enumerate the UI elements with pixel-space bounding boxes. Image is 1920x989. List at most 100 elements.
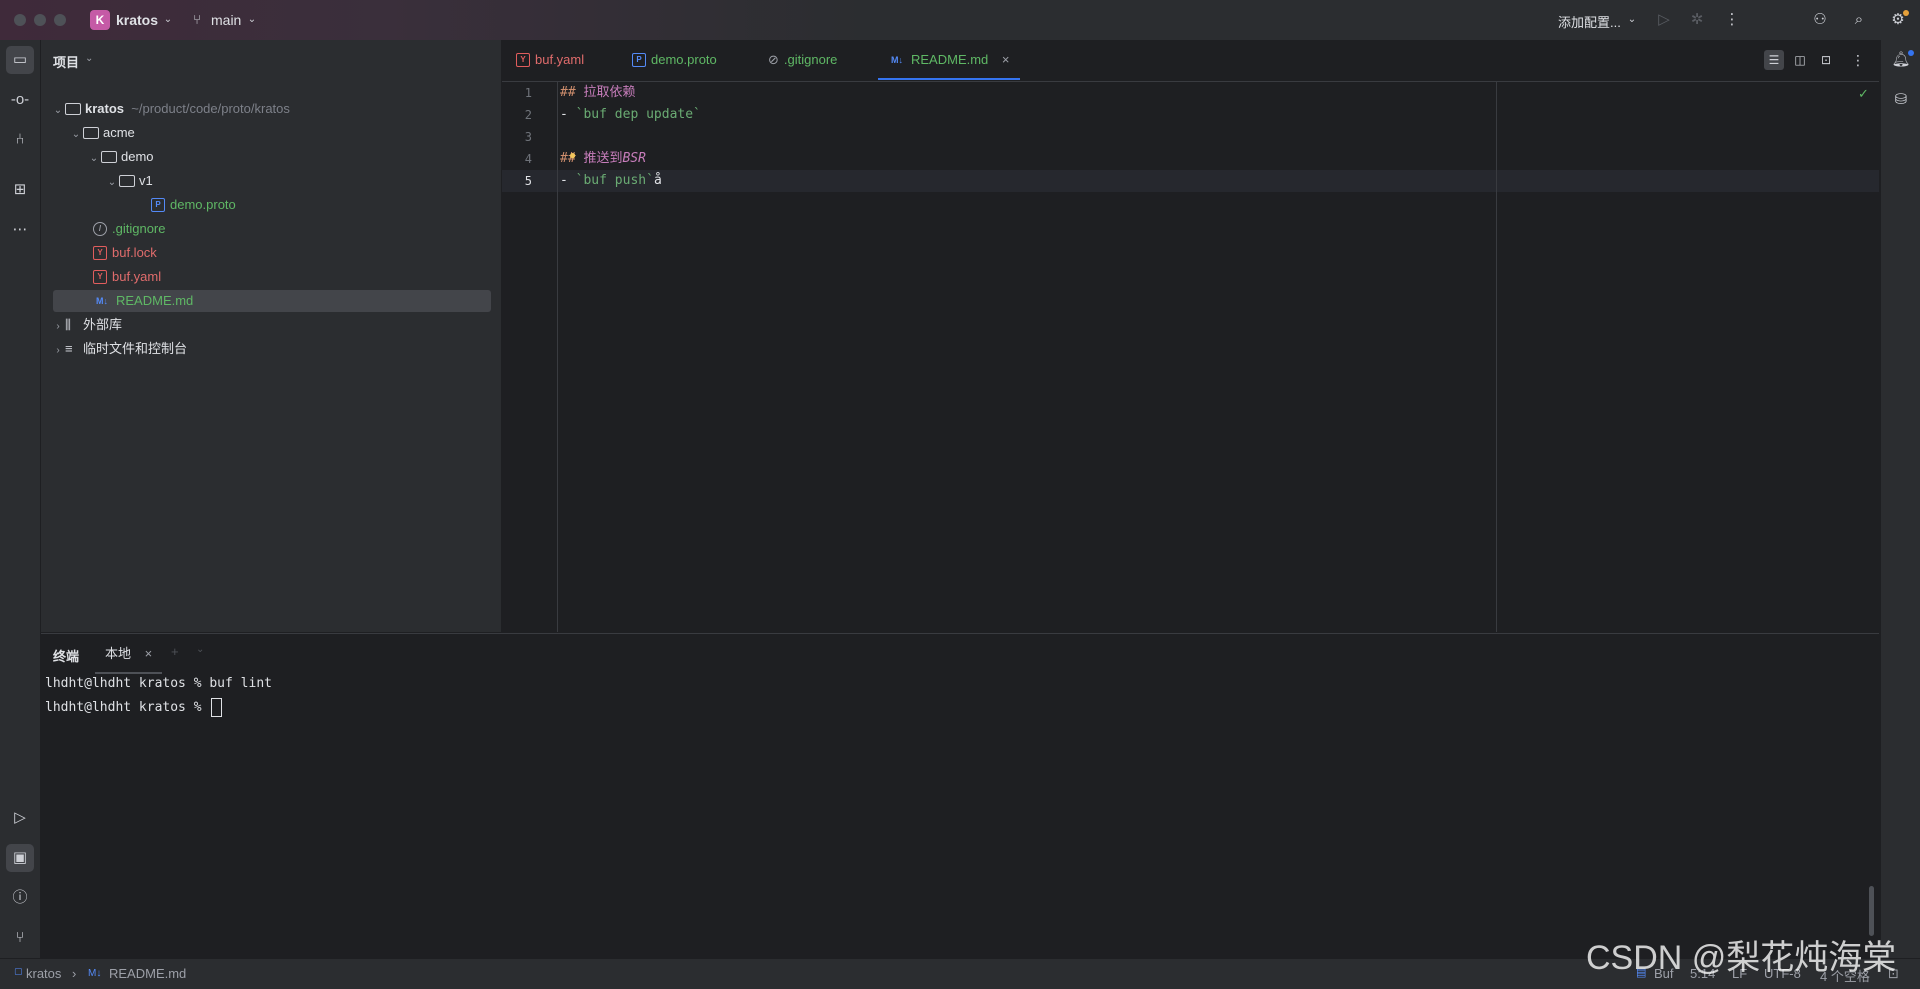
code-line-5: - `buf push`å [560, 170, 662, 192]
chevron-down-icon: ⌄ [53, 105, 63, 116]
project-tool-folder-icon[interactable]: ▭ [6, 46, 34, 74]
list-marker: - [560, 107, 576, 122]
chevron-down-icon[interactable]: ⌄ [196, 644, 204, 655]
list-marker: - [560, 173, 576, 188]
tab-demo-proto[interactable]: Pdemo.proto [632, 40, 717, 80]
heading-italic-text: BSR [622, 151, 646, 166]
tree-item-buf-yaml[interactable]: Ybuf.yaml [93, 266, 161, 288]
line-number: 5 [524, 174, 532, 188]
structure-icon[interactable]: ⊞ [6, 176, 34, 204]
new-tab-plus-icon[interactable]: + [171, 644, 179, 659]
tab-options-icon[interactable]: ⋮ [1848, 50, 1868, 70]
chevron-down-icon: ⌄ [71, 129, 81, 140]
tab-readme-md[interactable]: M↓ README.md × [878, 40, 1020, 80]
line-number-gutter: 1 2 3 4 5 [502, 82, 558, 632]
pull-requests-icon[interactable]: ⑃ [6, 126, 34, 154]
tab-label: .gitignore [783, 52, 838, 67]
code-editor[interactable]: 1 2 3 4 5 ## 拉取依赖 - `buf dep update` ## … [502, 82, 1879, 632]
terminal-scrollbar[interactable] [1869, 886, 1874, 936]
heading-text: 推送到 [575, 151, 623, 166]
split-view-icon[interactable]: ◫ [1790, 50, 1810, 70]
debug-icon[interactable]: ✲ [1687, 10, 1707, 30]
chevron-right-icon: › [56, 345, 60, 356]
ignore-file-icon: ⊘ [768, 52, 779, 67]
project-name-dropdown[interactable]: kratos [116, 12, 158, 28]
search-icon[interactable]: ⌕ [1849, 10, 1869, 30]
code-line-1: ## 拉取依赖 [560, 82, 635, 104]
preview-only-icon[interactable]: ⊡ [1816, 50, 1836, 70]
no-problems-check-icon[interactable]: ✓ [1858, 86, 1869, 102]
run-config-dropdown[interactable]: 添加配置... [1558, 12, 1621, 31]
tree-item-readme[interactable]: M↓ README.md [53, 290, 491, 312]
tree-item-label: README.md [116, 293, 194, 308]
tree-item-demo[interactable]: ⌄ demo [87, 146, 154, 168]
terminal-tab-local[interactable]: 本地 × [95, 634, 163, 674]
zoom-window-button[interactable] [54, 14, 66, 26]
problems-icon[interactable]: ⓘ [6, 884, 34, 912]
tree-item-v1[interactable]: ⌄ v1 [105, 170, 153, 192]
chevron-right-icon: › [72, 966, 77, 981]
library-icon: ⫼ [65, 317, 71, 332]
branch-dropdown[interactable]: main [211, 12, 241, 28]
tree-item-label: buf.yaml [112, 269, 162, 284]
tree-item-acme[interactable]: ⌄ acme [69, 122, 135, 144]
project-pane-title[interactable]: 项目 [53, 52, 79, 71]
git-icon[interactable]: ⑂ [6, 924, 34, 952]
close-tab-icon[interactable]: × [1002, 52, 1010, 67]
tree-item-external-libraries[interactable]: › ⫼ 外部库 [51, 314, 122, 336]
services-run-icon[interactable]: ▷ [6, 804, 34, 832]
tree-item-gitignore[interactable]: / .gitignore [93, 218, 165, 240]
terminal-prompt: lhdht@lhdht kratos % [45, 700, 210, 715]
chevron-down-icon: ⌄ [163, 14, 173, 25]
minimize-window-button[interactable] [34, 14, 46, 26]
more-tools-icon[interactable]: ⋯ [6, 216, 34, 244]
notification-dot [1908, 50, 1914, 56]
folder-icon [101, 150, 117, 163]
tree-item-label: 临时文件和控制台 [83, 341, 188, 356]
current-line-highlight [502, 170, 1879, 192]
markdown-file-icon: M↓ [891, 54, 903, 65]
tree-item-label: buf.lock [112, 245, 157, 260]
typed-char: å [653, 173, 662, 188]
tree-item-label: v1 [139, 173, 153, 188]
tab-label: demo.proto [651, 52, 717, 67]
right-tool-strip: 🔔︎ ⛁ [1880, 40, 1920, 958]
breadcrumb-file[interactable]: README.md [109, 966, 186, 981]
terminal-output[interactable]: lhdht@lhdht kratos % buf lint lhdht@lhdh… [41, 674, 1879, 958]
tree-item-label: demo [121, 149, 154, 164]
editor-only-view-icon[interactable]: ☰ [1764, 50, 1784, 70]
editor-tab-bar: Ybuf.yaml Pdemo.proto ⊘ .gitignore M↓ READ… [502, 40, 1879, 82]
commit-tool-icon[interactable]: -o- [6, 86, 34, 114]
more-actions-icon[interactable]: ⋮ [1722, 10, 1742, 30]
tree-root-kratos[interactable]: ⌄ kratos ~/product/code/proto/kratos [51, 98, 290, 120]
terminal-header: 终端 本地 × + ⌄ [41, 633, 1879, 674]
add-user-icon[interactable]: ⚇ [1810, 10, 1830, 30]
terminal-cursor [211, 698, 223, 717]
tree-item-demo-proto[interactable]: Pdemo.proto [151, 194, 236, 216]
tab-buf-yaml[interactable]: Ybuf.yaml [516, 40, 584, 80]
yaml-file-icon: Y [93, 245, 107, 260]
terminal-icon[interactable]: ▣ [6, 844, 34, 872]
left-tool-strip: ▭ -o- ⑃ ⊞ ⋯ ▷ ▣ ⓘ ⑂ [0, 40, 41, 988]
tree-item-buf-lock[interactable]: Ybuf.lock [93, 242, 157, 264]
project-badge[interactable]: K [90, 10, 110, 30]
module-icon: ▢ [14, 966, 23, 976]
inline-code: `buf dep update` [575, 107, 701, 122]
tree-item-label: 外部库 [83, 317, 123, 332]
line-number: 2 [524, 108, 532, 122]
breadcrumb-root[interactable]: kratos [26, 966, 61, 981]
database-icon[interactable]: ⛁ [1887, 86, 1915, 114]
close-tab-icon[interactable]: × [145, 646, 153, 661]
tab-label: buf.yaml [535, 52, 585, 67]
ignore-file-icon: / [93, 221, 107, 236]
terminal-title[interactable]: 终端 [53, 646, 79, 665]
folder-icon [83, 126, 99, 139]
proto-file-icon: P [151, 197, 165, 212]
tree-root-label: kratos [85, 101, 125, 116]
line-number: 4 [524, 152, 532, 166]
run-icon[interactable]: ▷ [1654, 10, 1674, 30]
tree-item-scratches[interactable]: › ≡ 临时文件和控制台 [51, 338, 187, 360]
tab-gitignore[interactable]: ⊘ .gitignore [768, 40, 837, 80]
close-window-button[interactable] [14, 14, 26, 26]
lightbulb-icon[interactable]: ● [569, 148, 576, 162]
